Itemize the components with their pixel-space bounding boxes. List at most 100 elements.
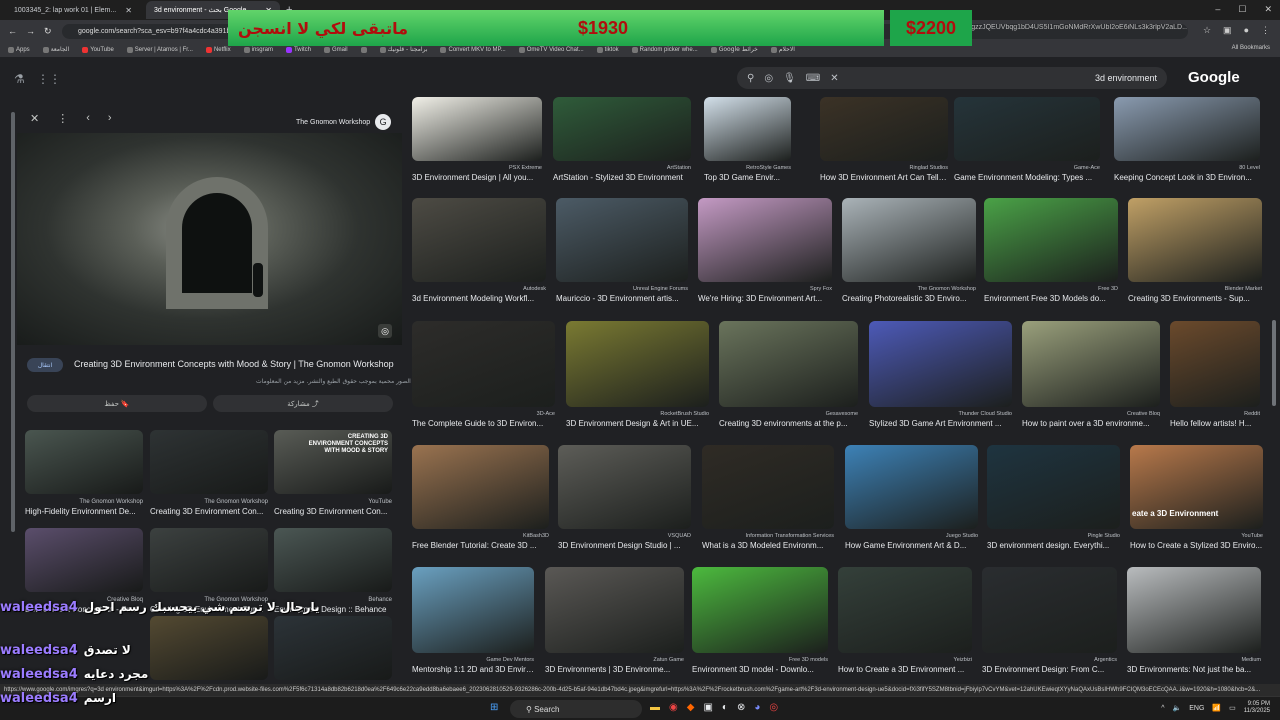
result-thumbnail[interactable]	[412, 198, 546, 282]
result-caption[interactable]: Game Environment Modeling: Types ...	[954, 173, 1100, 182]
next-icon[interactable]: ›	[108, 112, 112, 125]
bookmark[interactable]: Convert MKV to MP...	[440, 46, 506, 53]
result-caption[interactable]: ArtStation - Stylized 3D Environment	[553, 173, 691, 182]
bookmark[interactable]: Apps	[8, 46, 30, 53]
result-caption[interactable]: Hello fellow artists! H...	[1170, 419, 1260, 428]
result-thumbnail[interactable]	[954, 97, 1100, 161]
clear-icon[interactable]: ✕	[830, 73, 838, 84]
google-logo[interactable]: Google	[1188, 69, 1240, 86]
results-scrollbar[interactable]	[1272, 320, 1276, 406]
result-caption[interactable]: We're Hiring: 3D Environment Art...	[698, 294, 832, 303]
all-bookmarks[interactable]: All Bookmarks	[1232, 45, 1270, 51]
result-caption[interactable]: 3D Environment Design | All you...	[412, 173, 542, 182]
image-result[interactable]: Pingle Studio 3D environment design. Ever…	[987, 445, 1120, 550]
image-result[interactable]: Thunder Cloud Studio Stylized 3D Game Art…	[869, 321, 1012, 428]
result-thumbnail[interactable]	[820, 97, 948, 161]
result-caption[interactable]: Stylized 3D Game Art Environment ...	[869, 419, 1012, 428]
search-box[interactable]: ⚲ ◎ 🎙 ⌨ ✕ 3d environment	[737, 67, 1167, 89]
result-caption[interactable]: 3d Environment Modeling Workfl...	[412, 294, 546, 303]
related-thumbnail[interactable]	[25, 528, 143, 592]
result-thumbnail[interactable]	[1128, 198, 1262, 282]
image-result[interactable]: Unreal Engine Forums Mauriccio - 3D Envir…	[556, 198, 688, 303]
bookmark[interactable]: insgram	[243, 46, 273, 53]
result-thumbnail[interactable]	[698, 198, 832, 282]
bookmark[interactable]: Server | Atarnos | Fr...	[126, 46, 193, 53]
lens-icon[interactable]: ◎	[764, 73, 773, 84]
result-thumbnail[interactable]	[869, 321, 1012, 407]
bookmark[interactable]: برامجنا - قلونيك	[379, 46, 427, 53]
image-result[interactable]: VSQUAD 3D Environment Design Studio | ...	[558, 445, 691, 550]
image-result[interactable]: Reddit Hello fellow artists! H...	[1170, 321, 1260, 428]
app-icon[interactable]: ◎	[769, 702, 778, 713]
result-caption[interactable]: Keeping Concept Look in 3D Environ...	[1114, 173, 1260, 182]
image-result[interactable]: Medium 3D Environments: Not just the ba..…	[1127, 567, 1261, 674]
result-thumbnail[interactable]	[704, 97, 791, 161]
clock[interactable]: 9:05 PM 11/3/2025	[1244, 701, 1270, 715]
volume-icon[interactable]: 🔈	[1173, 704, 1182, 712]
related-thumbnail[interactable]	[150, 616, 268, 680]
image-result[interactable]: Juego Studio How Game Environment Art & D…	[845, 445, 978, 550]
image-result[interactable]: Game-Ace Game Environment Modeling: Types…	[954, 97, 1100, 182]
bookmark[interactable]: OmeTV Video Chat...	[518, 46, 584, 53]
file-explorer-icon[interactable]: ▬	[650, 702, 660, 713]
image-result[interactable]: RetroStyle Games Top 3D Game Envir...	[704, 97, 791, 182]
prev-icon[interactable]: ‹	[86, 112, 90, 125]
result-thumbnail[interactable]	[545, 567, 684, 653]
forward-icon[interactable]: →	[26, 26, 35, 36]
result-thumbnail[interactable]	[987, 445, 1120, 529]
back-icon[interactable]: ←	[8, 26, 17, 36]
tab-1[interactable]: 1003345_2: lap work 01 | Elem... ✕	[6, 1, 140, 19]
battery-icon[interactable]: ▭	[1229, 704, 1236, 712]
profile-icon[interactable]: ●	[1244, 25, 1249, 36]
visit-button[interactable]: انتقال	[27, 358, 63, 372]
result-thumbnail[interactable]	[842, 198, 976, 282]
result-thumbnail[interactable]	[984, 198, 1118, 282]
result-caption[interactable]: 3D Environment Design: From C...	[982, 665, 1117, 674]
image-result[interactable]: Free 3D models Environment 3D model - Dow…	[692, 567, 828, 674]
save-button[interactable]: حفظ 🔖	[27, 395, 207, 412]
image-result[interactable]: Argentics 3D Environment Design: From C..…	[982, 567, 1117, 674]
related-thumbnail[interactable]	[25, 430, 143, 494]
close-icon[interactable]: ✕	[125, 6, 132, 15]
discord-icon[interactable]: ◕	[754, 702, 760, 713]
extensions-icon[interactable]: ▣	[1223, 25, 1232, 36]
bookmark[interactable]: Twitch	[285, 46, 311, 53]
image-result[interactable]: Autodesk 3d Environment Modeling Workfl..…	[412, 198, 546, 303]
labs-icon[interactable]: ⚗	[14, 72, 25, 86]
related-thumbnail[interactable]	[274, 616, 392, 680]
bookmark[interactable]: tiktok	[596, 46, 619, 53]
preview-title[interactable]: Creating 3D Environment Concepts with Mo…	[74, 359, 394, 369]
apps-grid-icon[interactable]: ⋮⋮	[37, 72, 61, 86]
result-caption[interactable]: How to paint over a 3D environme...	[1022, 419, 1160, 428]
related-image[interactable]: The Gnomon Workshop High-Fidelity Environ…	[25, 430, 143, 516]
close-window-icon[interactable]: ✕	[1264, 4, 1272, 15]
result-caption[interactable]: Mauriccio - 3D Environment artis...	[556, 294, 688, 303]
result-caption[interactable]: Mentorship 1:1 2D and 3D Enviro...	[412, 665, 534, 674]
image-result[interactable]: ArtStation ArtStation - Stylized 3D Envir…	[553, 97, 691, 182]
result-caption[interactable]: 3D Environments | 3D Environme...	[545, 665, 684, 674]
image-result[interactable]: Game Dev Mentors Mentorship 1:1 2D and 3D…	[412, 567, 534, 674]
result-thumbnail[interactable]	[845, 445, 978, 529]
related-caption[interactable]: High-Fidelity Environment De...	[25, 507, 143, 516]
result-thumbnail[interactable]	[1170, 321, 1260, 407]
related-thumbnail[interactable]	[150, 528, 268, 592]
keyboard-icon[interactable]: ⌨	[806, 73, 820, 84]
maximize-icon[interactable]: ☐	[1238, 4, 1246, 15]
image-result[interactable]: Zatun Game 3D Environments | 3D Environme…	[545, 567, 684, 674]
result-caption[interactable]: 3D Environments: Not just the ba...	[1127, 665, 1261, 674]
related-image[interactable]	[150, 616, 268, 680]
result-caption[interactable]: Free Blender Tutorial: Create 3D ...	[412, 541, 549, 550]
result-caption[interactable]: Environment Free 3D Models do...	[984, 294, 1118, 303]
result-caption[interactable]: 3D Environment Design & Art in UE...	[566, 419, 709, 428]
result-caption[interactable]: What is a 3D Modeled Environm...	[702, 541, 834, 550]
related-image[interactable]: CREATING 3D ENVIRONMENT CONCEPTS WITH MO…	[274, 430, 392, 516]
bookmark[interactable]: الاحلام	[770, 46, 795, 53]
image-result[interactable]: The Gnomon Workshop Creating Photorealist…	[842, 198, 976, 303]
result-caption[interactable]: Top 3D Game Envir...	[704, 173, 791, 182]
bookmark[interactable]: Netflix	[205, 46, 231, 53]
image-result[interactable]: Blender Market Creating 3D Environments -…	[1128, 198, 1262, 303]
result-thumbnail[interactable]: eate a 3D Environment	[1130, 445, 1263, 529]
chevron-up-icon[interactable]: ^	[1161, 705, 1164, 712]
result-caption[interactable]: 3D environment design. Everythi...	[987, 541, 1120, 550]
related-thumbnail[interactable]	[150, 430, 268, 494]
